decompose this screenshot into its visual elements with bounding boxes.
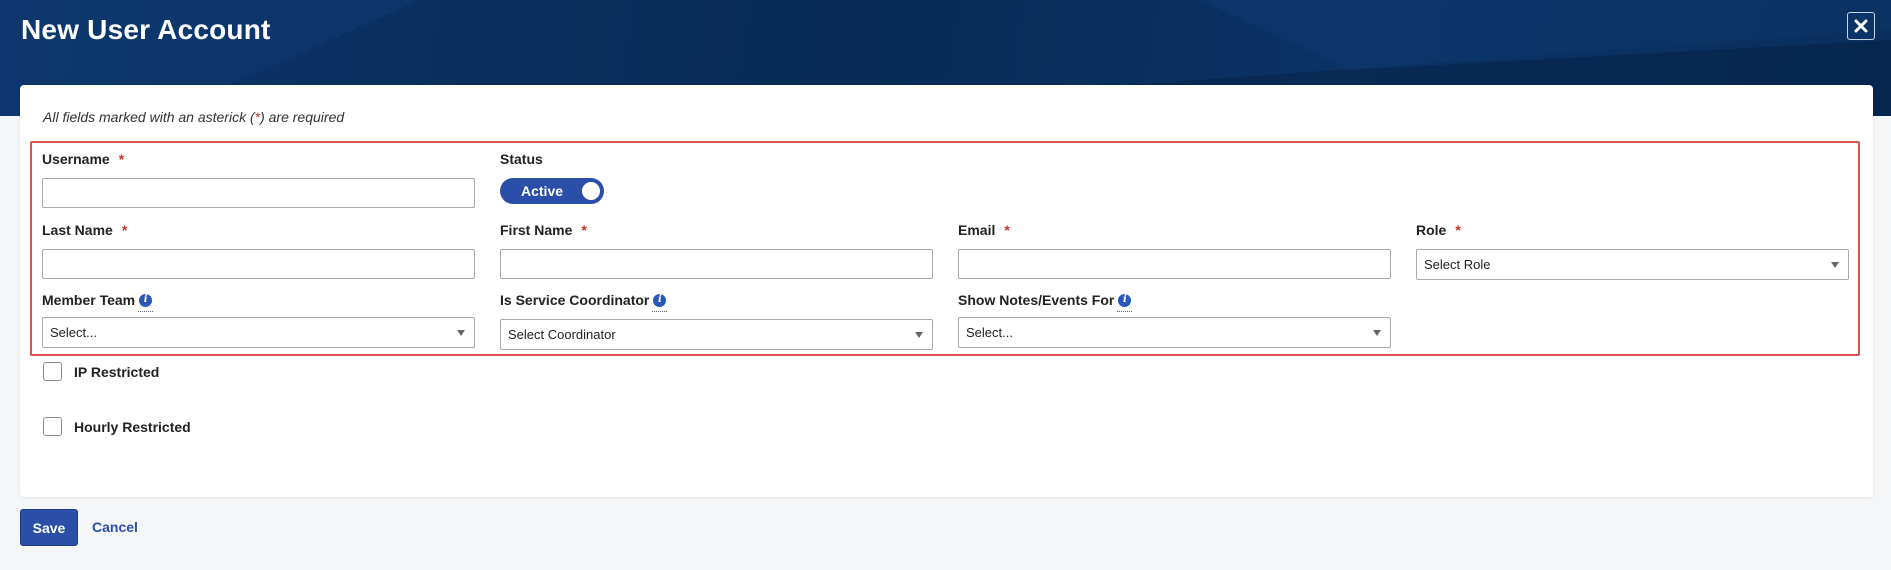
member-team-label: Member Team i	[42, 291, 475, 312]
ip-restricted-checkbox[interactable]	[43, 362, 62, 381]
username-input[interactable]	[42, 178, 475, 208]
service-coordinator-label: Is Service Coordinator i	[500, 291, 933, 312]
show-notes-label: Show Notes/Events For i	[958, 291, 1391, 312]
required-asterisk: *	[118, 151, 125, 167]
caret-down-icon	[1831, 261, 1839, 268]
show-notes-label-text: Show Notes/Events For	[958, 292, 1115, 308]
required-note-suffix: ) are required	[260, 109, 345, 125]
role-select[interactable]: Select Role	[1416, 249, 1849, 280]
first-name-label-text: First Name	[500, 222, 573, 238]
show-notes-select-value: Select...	[966, 325, 1013, 340]
info-icon[interactable]: i	[652, 293, 668, 312]
username-label-text: Username	[42, 151, 110, 167]
first-name-field: First Name *	[500, 221, 933, 279]
service-coordinator-select-value: Select Coordinator	[508, 327, 616, 342]
last-name-label: Last Name *	[42, 221, 475, 239]
caret-down-icon	[457, 329, 465, 336]
required-asterisk: *	[1455, 222, 1461, 238]
status-toggle-text: Active	[521, 183, 564, 199]
required-asterisk: *	[581, 222, 587, 238]
last-name-field: Last Name *	[42, 221, 475, 279]
service-coordinator-select[interactable]: Select Coordinator	[500, 319, 933, 350]
required-fields-group: Username * Status Active Last Name * Fir…	[30, 141, 1860, 356]
ip-restricted-row: IP Restricted	[43, 362, 159, 381]
status-toggle[interactable]: Active	[500, 178, 604, 204]
email-input[interactable]	[958, 249, 1391, 279]
service-coordinator-field: Is Service Coordinator i Select Coordina…	[500, 291, 933, 350]
hourly-restricted-row: Hourly Restricted	[43, 417, 191, 436]
member-team-select[interactable]: Select...	[42, 317, 475, 348]
close-button[interactable]	[1847, 12, 1875, 40]
cancel-link[interactable]: Cancel	[92, 519, 138, 535]
show-notes-field: Show Notes/Events For i Select...	[958, 291, 1391, 348]
info-icon[interactable]: i	[138, 293, 154, 312]
email-label: Email *	[958, 221, 1391, 239]
first-name-label: First Name *	[500, 221, 933, 239]
status-field: Status Active	[500, 150, 933, 204]
username-field: Username *	[42, 150, 475, 208]
status-label: Status	[500, 150, 933, 168]
required-asterisk: *	[1004, 222, 1010, 238]
save-button[interactable]: Save	[20, 509, 78, 546]
info-icon[interactable]: i	[1117, 293, 1133, 312]
email-field: Email *	[958, 221, 1391, 279]
show-notes-select[interactable]: Select...	[958, 317, 1391, 348]
hourly-restricted-label: Hourly Restricted	[74, 418, 191, 435]
last-name-label-text: Last Name	[42, 222, 113, 238]
toggle-knob	[582, 182, 600, 200]
ip-restricted-label: IP Restricted	[74, 363, 160, 380]
form-card: All fields marked with an asterick ( * ) a…	[20, 85, 1873, 497]
caret-down-icon	[1373, 329, 1381, 336]
member-team-select-value: Select...	[50, 325, 97, 340]
member-team-label-text: Member Team	[42, 292, 136, 308]
service-coordinator-label-text: Is Service Coordinator	[500, 292, 650, 308]
role-label: Role *	[1416, 221, 1849, 239]
hourly-restricted-checkbox[interactable]	[43, 417, 62, 436]
role-field: Role * Select Role	[1416, 221, 1849, 280]
last-name-input[interactable]	[42, 249, 475, 279]
status-label-text: Status	[500, 151, 543, 167]
member-team-field: Member Team i Select...	[42, 291, 475, 348]
required-note-prefix: All fields marked with an asterick (	[43, 109, 255, 125]
role-label-text: Role	[1416, 222, 1447, 238]
caret-down-icon	[915, 331, 923, 338]
required-asterisk: *	[121, 222, 128, 238]
role-select-value: Select Role	[1424, 257, 1491, 272]
email-label-text: Email	[958, 222, 996, 238]
required-fields-note: All fields marked with an asterick (*) a…	[43, 109, 344, 125]
first-name-input[interactable]	[500, 249, 933, 279]
close-icon	[1854, 19, 1868, 33]
page-title: New User Account	[21, 14, 271, 45]
username-label: Username *	[42, 150, 475, 168]
